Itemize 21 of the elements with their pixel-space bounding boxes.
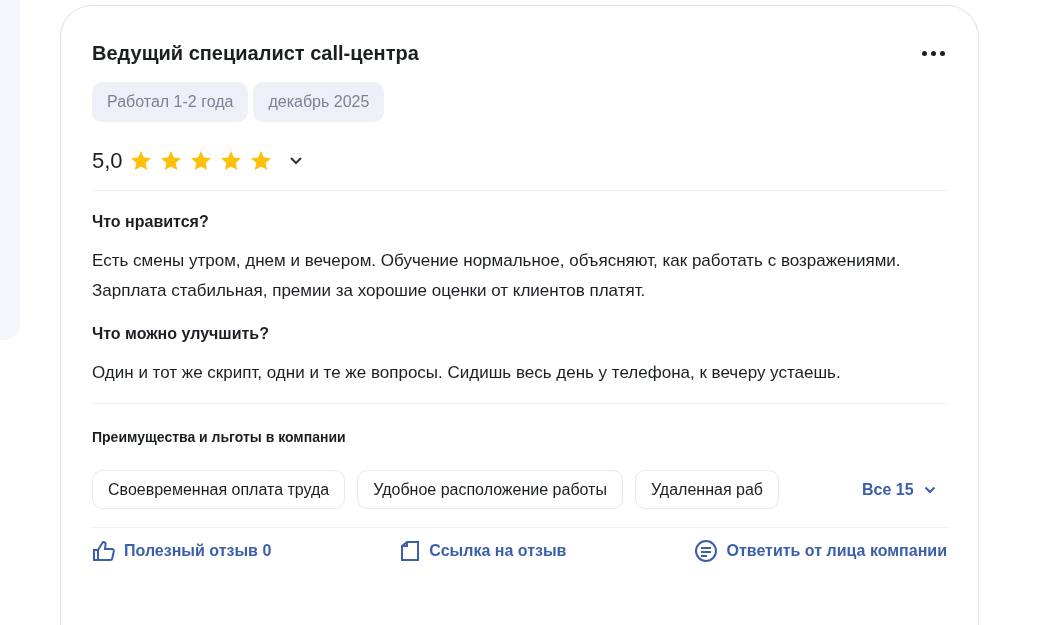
comment-icon bbox=[694, 539, 719, 563]
chevron-down-icon bbox=[923, 485, 936, 494]
rating-value: 5,0 bbox=[92, 147, 123, 175]
benefit-chip: Своевременная оплата труда bbox=[92, 470, 346, 509]
review-text: Есть смены утром, днем и вечером. Обучение нормальное, объясняют, как работать с возражениями. Зарплата стабильная, премии за хорошие оценки от клиентов платят. bbox=[92, 250, 902, 302]
action-link[interactable]: Ссылка на отзыв bbox=[399, 539, 567, 563]
benefits-heading: Преимущества и льготы в компании bbox=[92, 428, 347, 447]
tag: Работал 1-2 года bbox=[92, 82, 249, 122]
tag: декабрь 2025 bbox=[253, 82, 385, 122]
benefit-chip: Удобное расположение работы bbox=[357, 470, 623, 509]
action-link[interactable]: Ответить от лица компании bbox=[694, 539, 947, 563]
review-text: Один и тот же скрипт, одни и те же вопросы. Сидишь весь день у телефона, к вечеру устаешь. bbox=[92, 362, 842, 384]
show-all-button[interactable]: Все 15 bbox=[862, 477, 936, 502]
chevron-down-icon[interactable] bbox=[288, 156, 303, 165]
section-heading: Что можно улучшить? bbox=[92, 324, 270, 344]
document-icon bbox=[399, 540, 422, 562]
review-title: Ведущий специалист call-центра bbox=[92, 41, 419, 66]
section-heading: Что нравится? bbox=[92, 212, 210, 232]
action-link[interactable]: Полезный отзыв 0 bbox=[92, 539, 272, 563]
thumbs-up-icon bbox=[92, 540, 116, 562]
benefit-chip: Удаленная раб bbox=[634, 470, 779, 509]
